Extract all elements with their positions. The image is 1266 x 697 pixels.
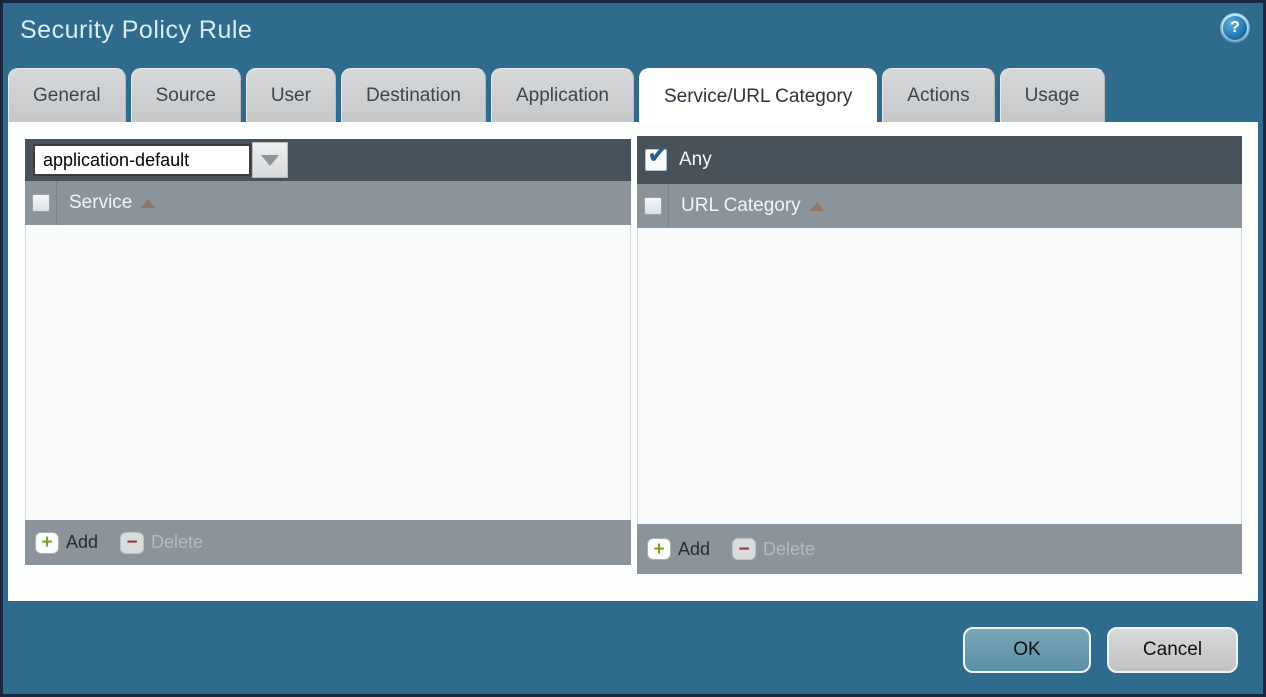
service-table-body [25, 225, 631, 520]
service-select-all-cell [25, 181, 57, 225]
tab-bar: GeneralSourceUserDestinationApplicationS… [8, 68, 1105, 125]
tab-service-url-category[interactable]: Service/URL Category [639, 68, 877, 125]
url-category-column-label: URL Category [681, 195, 801, 217]
service-toolbar [25, 139, 631, 181]
url-category-header-row: URL Category [637, 184, 1242, 228]
add-icon: + [647, 538, 671, 560]
url-category-table-body [637, 228, 1242, 524]
checkmark-icon: ✔ [647, 139, 669, 170]
help-icon[interactable]: ? [1220, 13, 1250, 43]
url-category-footer: + Add − Delete [637, 524, 1242, 574]
sort-ascending-icon [141, 199, 155, 208]
dropdown-arrow-icon [261, 155, 279, 166]
url-category-select-all-cell [637, 184, 669, 228]
tab-general[interactable]: General [8, 68, 126, 122]
add-button-label: Add [678, 539, 710, 560]
url-category-add-button[interactable]: + Add [647, 538, 710, 560]
tab-source[interactable]: Source [131, 68, 241, 122]
service-select-all-checkbox[interactable] [32, 194, 50, 212]
service-add-button[interactable]: + Add [35, 532, 98, 554]
service-column-label: Service [69, 192, 132, 214]
tab-usage[interactable]: Usage [1000, 68, 1105, 122]
service-delete-button[interactable]: − Delete [120, 532, 203, 554]
url-category-panel: ✔ Any URL Category + Add [637, 136, 1242, 574]
delete-icon: − [732, 538, 756, 560]
tab-actions[interactable]: Actions [882, 68, 994, 122]
url-category-column-header[interactable]: URL Category [681, 195, 824, 217]
any-bar: ✔ Any [637, 136, 1242, 184]
service-dropdown-input[interactable] [33, 144, 251, 176]
ok-button[interactable]: OK [963, 627, 1091, 673]
service-footer: + Add − Delete [25, 520, 631, 565]
tab-user[interactable]: User [246, 68, 336, 122]
service-header-row: Service [25, 181, 631, 225]
service-panel: Service + Add − Delete [25, 139, 631, 565]
delete-icon: − [120, 532, 144, 554]
security-policy-rule-dialog: Security Policy Rule ? GeneralSourceUser… [0, 0, 1266, 697]
add-button-label: Add [66, 532, 98, 553]
service-column-header[interactable]: Service [69, 192, 155, 214]
sort-ascending-icon [810, 202, 824, 211]
help-icon-glyph: ? [1223, 16, 1247, 40]
url-category-delete-button[interactable]: − Delete [732, 538, 815, 560]
add-icon: + [35, 532, 59, 554]
url-category-select-all-checkbox[interactable] [644, 197, 662, 215]
any-checkbox[interactable]: ✔ [645, 149, 667, 171]
delete-button-label: Delete [151, 532, 203, 553]
service-dropdown-button[interactable] [252, 142, 288, 178]
cancel-button[interactable]: Cancel [1107, 627, 1238, 673]
dialog-title: Security Policy Rule [20, 16, 252, 45]
any-label: Any [679, 149, 712, 171]
delete-button-label: Delete [763, 539, 815, 560]
tab-destination[interactable]: Destination [341, 68, 486, 122]
content-area: Service + Add − Delete ✔ [8, 122, 1258, 601]
tab-application[interactable]: Application [491, 68, 634, 122]
